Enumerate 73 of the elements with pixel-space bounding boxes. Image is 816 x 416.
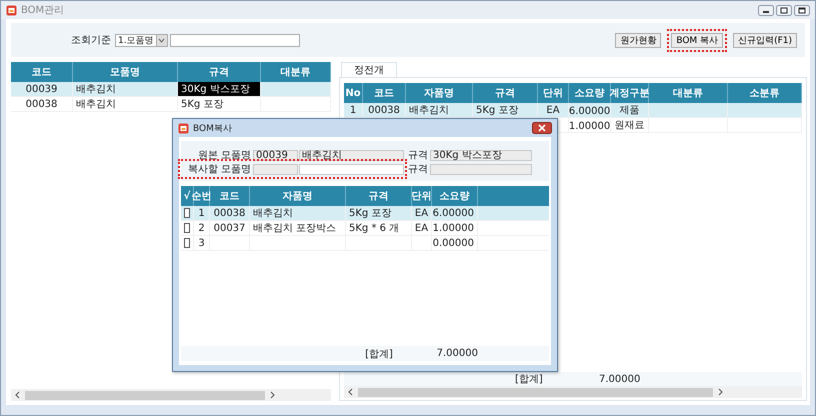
restore-button[interactable] bbox=[776, 4, 792, 16]
table-row[interactable]: 3 0.00000 bbox=[181, 236, 549, 251]
scroll-left-icon[interactable] bbox=[14, 391, 22, 399]
toolbar-button[interactable]: BOM 복사 bbox=[667, 28, 728, 52]
checkbox[interactable] bbox=[184, 238, 190, 248]
table-row[interactable]: 1 00038 배추김치 5Kg 포장 EA 6.00000 bbox=[181, 206, 549, 221]
table-cell: 0.00000 bbox=[432, 236, 478, 250]
name-field[interactable]: 배추김치 bbox=[299, 150, 404, 160]
code-field[interactable]: 00039 bbox=[253, 150, 298, 160]
scrollbar[interactable] bbox=[344, 386, 802, 398]
table-cell: EA bbox=[538, 103, 569, 117]
table-cell: EA bbox=[412, 206, 432, 220]
table-cell: 5Kg 포장 bbox=[178, 97, 261, 111]
close-button[interactable] bbox=[794, 4, 810, 16]
table-cell: 00037 bbox=[210, 221, 250, 235]
scroll-right-icon[interactable] bbox=[716, 388, 724, 396]
search-field[interactable] bbox=[170, 34, 300, 46]
field-label: 규격 bbox=[408, 149, 428, 162]
close-button[interactable] bbox=[532, 122, 552, 134]
table-cell: 1.00000 bbox=[432, 221, 478, 235]
table-cell: 5Kg 포장 bbox=[473, 103, 538, 117]
search-label: 조회기준 bbox=[71, 34, 111, 47]
table-cell: 2 bbox=[194, 221, 210, 235]
scrollbar[interactable] bbox=[11, 389, 331, 401]
app-icon bbox=[6, 4, 17, 16]
table-cell: 배추김치 포장박스 bbox=[250, 221, 346, 235]
spec-field[interactable] bbox=[430, 164, 532, 174]
total-label: [합계] bbox=[515, 373, 544, 386]
table-cell: 00039 bbox=[11, 82, 73, 96]
table-cell: 1 bbox=[194, 206, 210, 220]
table-row[interactable]: 1 00038 배추김치 5Kg 포장 EA 6.00000 제품 bbox=[344, 103, 802, 118]
table-row[interactable]: 2 00037 배추김치 포장박스 5Kg * 6 개 EA 1.00000 bbox=[181, 221, 549, 236]
table-cell: 30Kg 박스포장 bbox=[178, 82, 261, 96]
toolbar-button[interactable]: 원가현황 bbox=[615, 32, 662, 48]
table-cell: 00038 bbox=[363, 103, 406, 117]
table-row[interactable]: 00038 배추김치 5Kg 포장 bbox=[11, 97, 331, 112]
toolbar-button[interactable]: 신규입력(F1) bbox=[733, 32, 797, 48]
table-cell: 6.00000 bbox=[432, 206, 478, 220]
table-cell: 배추김치 bbox=[406, 103, 473, 117]
total-value: 7.00000 bbox=[436, 348, 478, 359]
table-cell: 1 bbox=[344, 103, 363, 117]
tab[interactable]: 정전개 bbox=[341, 62, 397, 77]
table-cell: 3 bbox=[194, 236, 210, 250]
table-cell: 5Kg 포장 bbox=[346, 206, 412, 220]
name-field[interactable] bbox=[299, 164, 404, 174]
table-cell: 원재료 bbox=[611, 118, 649, 132]
table-cell: 5Kg * 6 개 bbox=[346, 221, 412, 235]
spec-field[interactable]: 30Kg 박스포장 bbox=[430, 150, 532, 160]
table-cell: 배추김치 bbox=[73, 97, 178, 111]
app-icon bbox=[178, 122, 189, 134]
total-value: 7.00000 bbox=[599, 374, 642, 384]
table-cell: 배추김치 bbox=[250, 206, 346, 220]
table-cell: 00038 bbox=[11, 97, 73, 111]
field-label: 복사할 모품명 bbox=[186, 163, 252, 176]
criterion-dropdown[interactable]: 1.모품명 bbox=[115, 34, 168, 46]
code-field[interactable] bbox=[253, 164, 298, 174]
table-cell: 6.00000 bbox=[569, 103, 611, 117]
field-label: 원본 모품명 bbox=[196, 149, 252, 162]
table-cell: 제품 bbox=[611, 103, 649, 117]
dialog-title: BOM복사 bbox=[193, 122, 233, 134]
chevron-down-icon bbox=[158, 38, 166, 42]
table-cell: EA bbox=[412, 221, 432, 235]
checkbox[interactable] bbox=[184, 223, 190, 233]
total-label: [합계] bbox=[364, 348, 394, 360]
scroll-right-icon[interactable] bbox=[268, 391, 276, 399]
table-cell: 1.00000 bbox=[569, 118, 611, 132]
table-cell: 00038 bbox=[210, 206, 250, 220]
window-title: BOM관리 bbox=[21, 4, 66, 17]
scroll-left-icon[interactable] bbox=[347, 388, 355, 396]
minimize-button[interactable] bbox=[758, 4, 774, 16]
field-label: 규격 bbox=[408, 163, 428, 176]
table-row[interactable]: 00039 배추김치 30Kg 박스포장 bbox=[11, 82, 331, 97]
checkbox[interactable] bbox=[184, 208, 190, 218]
